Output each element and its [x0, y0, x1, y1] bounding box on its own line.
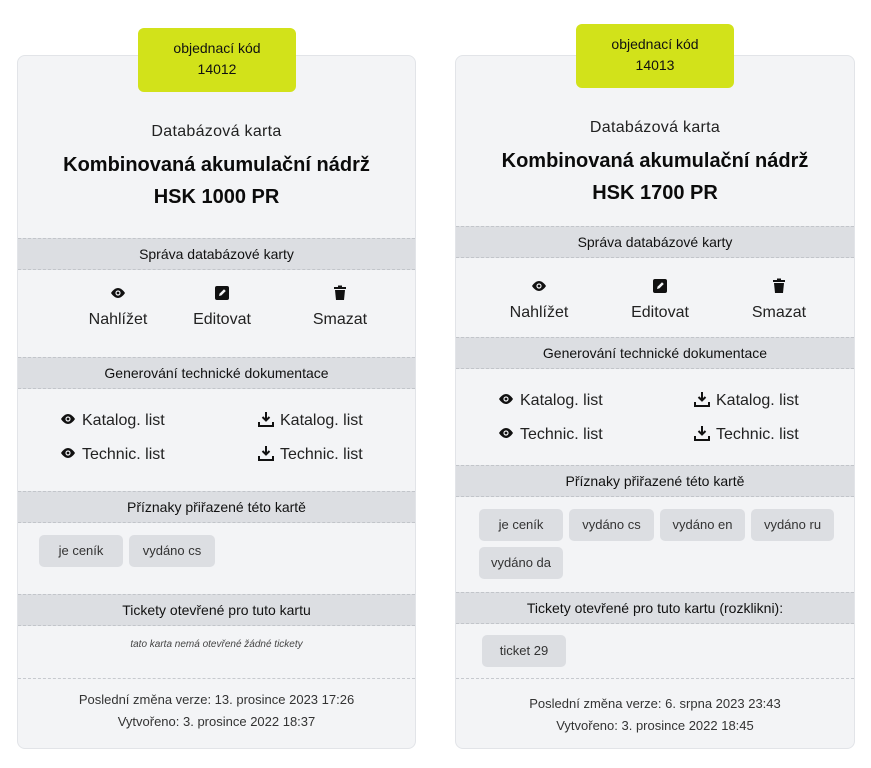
flag-tag[interactable]: vydáno ru	[751, 509, 834, 541]
last-change-text: Poslední změna verze: 13. prosince 2023 …	[78, 692, 355, 707]
order-code-value: 14013	[635, 57, 675, 73]
order-code-label: objednací kód	[173, 40, 261, 56]
edit-button[interactable]: Editovat	[177, 285, 267, 329]
manage-section-header: Správa databázové karty	[456, 226, 854, 258]
created-text: Vytvořeno: 3. prosince 2022 18:37	[117, 714, 316, 729]
flags-section-header: Příznaky přiřazené této kartě	[18, 491, 415, 523]
download-technical-label: Technic. list	[280, 446, 363, 463]
download-technical-link[interactable]: Technic. list	[258, 445, 363, 464]
download-icon	[258, 412, 274, 427]
view-catalog-label: Katalog. list	[82, 412, 165, 429]
eye-icon	[499, 428, 513, 438]
ticket-tag[interactable]: ticket 29	[482, 635, 566, 667]
download-catalog-link[interactable]: Katalog. list	[694, 391, 799, 410]
download-technical-link[interactable]: Technic. list	[694, 425, 799, 444]
last-change-text: Poslední změna verze: 6. srpna 2023 23:4…	[529, 696, 781, 711]
view-technical-link[interactable]: Technic. list	[60, 445, 165, 464]
edit-button-label: Editovat	[631, 304, 689, 321]
edit-button-label: Editovat	[193, 311, 251, 328]
download-catalog-label: Katalog. list	[716, 392, 799, 409]
delete-button-label: Smazat	[312, 311, 368, 328]
download-catalog-link[interactable]: Katalog. list	[258, 411, 363, 430]
eye-icon	[73, 285, 163, 305]
download-technical-label: Technic. list	[716, 426, 799, 443]
order-code-badge: objednací kód 14012	[138, 28, 296, 92]
card-title-line1: Kombinovaná akumulační nádrž	[63, 154, 370, 176]
card-footer: Poslední změna verze: 6. srpna 2023 23:4…	[456, 693, 854, 737]
flags-section-header: Příznaky přiřazené této kartě	[456, 465, 854, 497]
pencil-square-icon	[177, 285, 267, 305]
download-icon	[694, 426, 710, 441]
order-code-badge: objednací kód 14013	[576, 24, 734, 88]
card-title: Kombinovaná akumulační nádrž HSK 1000 PR	[18, 149, 415, 213]
flag-tag[interactable]: je ceník	[39, 535, 123, 567]
footer-divider	[456, 678, 854, 679]
trash-icon	[295, 285, 385, 305]
flag-tag[interactable]: vydáno cs	[569, 509, 654, 541]
view-button-label: Nahlížet	[88, 311, 148, 328]
flag-tag[interactable]: vydáno da	[479, 547, 563, 579]
trash-icon	[734, 278, 824, 298]
card-title: Kombinovaná akumulační nádrž HSK 1700 PR	[456, 145, 854, 209]
card-footer: Poslední změna verze: 13. prosince 2023 …	[18, 689, 415, 733]
view-button-label: Nahlížet	[509, 304, 569, 321]
order-code-value: 14012	[197, 61, 237, 77]
card-title-line2: HSK 1700 PR	[592, 182, 718, 204]
delete-button[interactable]: Smazat	[295, 285, 385, 329]
eye-icon	[61, 448, 75, 458]
created-text: Vytvořeno: 3. prosince 2022 18:45	[556, 718, 754, 733]
download-catalog-label: Katalog. list	[280, 412, 363, 429]
docs-section-header: Generování technické dokumentace	[18, 357, 415, 389]
eye-icon	[61, 414, 75, 424]
download-icon	[694, 392, 710, 407]
delete-button-label: Smazat	[751, 304, 807, 321]
order-code-label: objednací kód	[611, 36, 699, 52]
eye-icon	[494, 278, 584, 298]
card-title-line2: HSK 1000 PR	[153, 186, 280, 208]
database-card: Databázová karta Kombinovaná akumulační …	[17, 55, 416, 749]
edit-button[interactable]: Editovat	[615, 278, 705, 322]
pencil-square-icon	[615, 278, 705, 298]
tickets-section-header: Tickety otevřené pro tuto kartu	[18, 594, 415, 626]
view-technical-link[interactable]: Technic. list	[498, 425, 603, 444]
docs-section-header: Generování technické dokumentace	[456, 337, 854, 369]
flag-tag[interactable]: vydáno cs	[129, 535, 215, 567]
download-icon	[258, 446, 274, 461]
view-catalog-link[interactable]: Katalog. list	[498, 391, 603, 410]
view-catalog-label: Katalog. list	[520, 392, 603, 409]
view-technical-label: Technic. list	[82, 446, 165, 463]
eye-icon	[499, 394, 513, 404]
flag-tag[interactable]: vydáno en	[660, 509, 745, 541]
tickets-section-header: Tickety otevřené pro tuto kartu (rozklik…	[456, 592, 854, 624]
footer-divider	[18, 678, 415, 679]
no-tickets-note: tato karta nemá otevřené žádné tickety	[130, 639, 303, 650]
card-title-line1: Kombinovaná akumulační nádrž	[501, 150, 809, 172]
view-button[interactable]: Nahlížet	[73, 285, 163, 329]
flag-tag[interactable]: je ceník	[479, 509, 563, 541]
manage-section-header: Správa databázové karty	[18, 238, 415, 270]
card-subtitle: Databázová karta	[589, 119, 721, 136]
card-subtitle: Databázová karta	[151, 123, 282, 140]
view-technical-label: Technic. list	[520, 426, 603, 443]
view-catalog-link[interactable]: Katalog. list	[60, 411, 165, 430]
delete-button[interactable]: Smazat	[734, 278, 824, 322]
view-button[interactable]: Nahlížet	[494, 278, 584, 322]
database-card: Databázová karta Kombinovaná akumulační …	[455, 55, 855, 749]
